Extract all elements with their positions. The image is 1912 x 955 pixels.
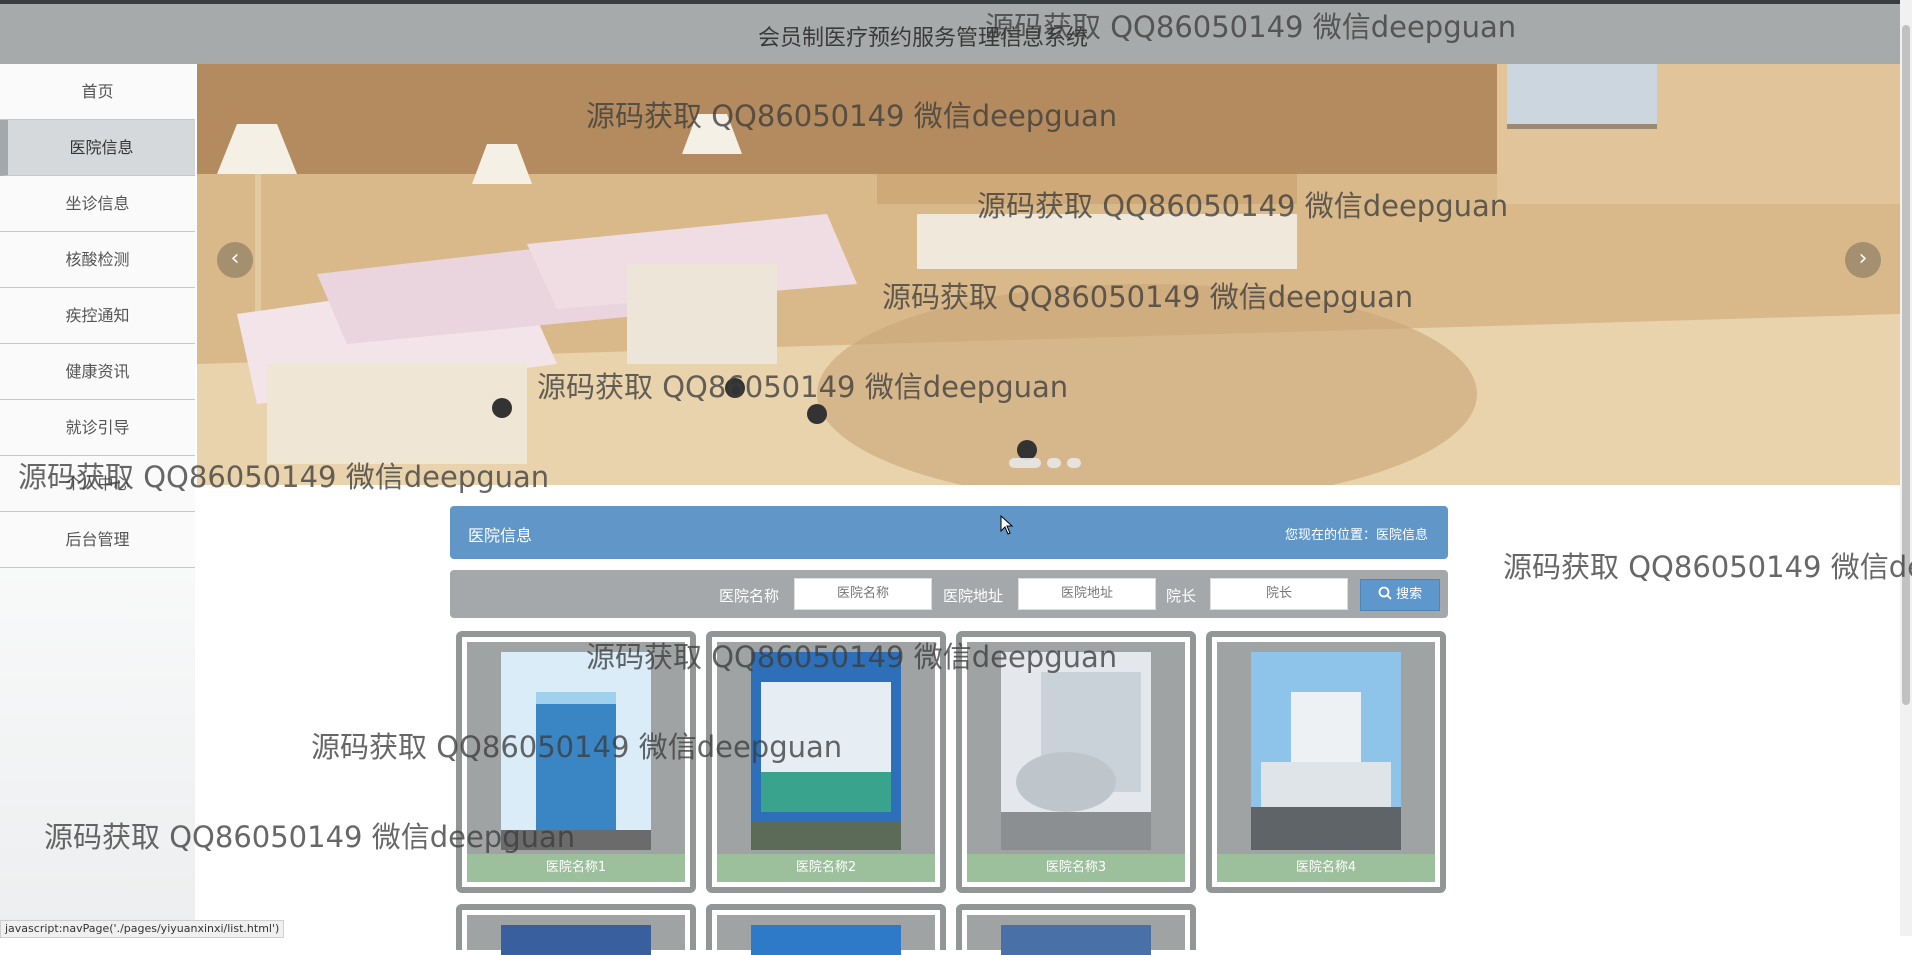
sidebar: 首页 医院信息 坐诊信息 核酸检测 疾控通知 健康资讯 就诊引导 个人中心 后台… xyxy=(0,64,195,936)
hospital-name: 医院名称4 xyxy=(1217,854,1435,882)
banner-image xyxy=(197,64,1900,485)
hospital-image xyxy=(751,652,901,850)
sidebar-item-admin[interactable]: 后台管理 xyxy=(0,512,195,568)
sidebar-item-personal-center[interactable]: 个人中心 xyxy=(0,456,195,512)
site-title: 会员制医疗预约服务管理信息系统 xyxy=(758,26,1089,51)
chevron-right-icon: › xyxy=(1858,246,1868,271)
hospital-address-input[interactable] xyxy=(1018,578,1156,610)
hospital-card[interactable]: 医院名称3 xyxy=(956,631,1196,893)
hospital-image xyxy=(501,652,651,850)
hospital-name: 医院名称1 xyxy=(467,854,685,882)
status-bar-url: javascript:navPage('./pages/yiyuanxinxi/… xyxy=(0,920,285,938)
sidebar-item-cdc-notice[interactable]: 疾控通知 xyxy=(0,288,195,344)
hospital-name-label: 医院名称 xyxy=(719,587,780,605)
banner-prev-button[interactable]: ‹ xyxy=(217,242,253,278)
scrollbar-thumb[interactable] xyxy=(1902,25,1910,705)
hospital-image xyxy=(1251,652,1401,850)
banner-dot-2[interactable] xyxy=(1047,458,1061,468)
sidebar-item-nucleic-test[interactable]: 核酸检测 xyxy=(0,232,195,288)
banner-indicators xyxy=(1009,453,1087,472)
sidebar-item-visit-guide[interactable]: 就诊引导 xyxy=(0,400,195,456)
hospital-card[interactable] xyxy=(706,904,946,955)
search-button-label: 搜索 xyxy=(1396,587,1423,602)
hospital-card[interactable] xyxy=(956,904,1196,955)
banner-dot-3[interactable] xyxy=(1067,458,1081,468)
section-title: 医院信息 xyxy=(468,526,533,545)
hospital-name: 医院名称3 xyxy=(967,854,1185,882)
sidebar-item-clinic-info[interactable]: 坐诊信息 xyxy=(0,176,195,232)
watermark-text: 源码获取 QQ86050149 微信de xyxy=(1503,550,1912,584)
section-header: 医院信息 您现在的位置：医院信息 xyxy=(450,506,1448,559)
page-scrollbar[interactable] xyxy=(1900,0,1912,936)
hospital-card[interactable]: 医院名称2 xyxy=(706,631,946,893)
header-bar: 会员制医疗预约服务管理信息系统 xyxy=(0,4,1900,64)
sidebar-item-home[interactable]: 首页 xyxy=(0,64,195,120)
banner-dot-1[interactable] xyxy=(1009,458,1041,468)
dean-input[interactable] xyxy=(1210,578,1348,610)
banner-next-button[interactable]: › xyxy=(1845,242,1881,278)
hospital-image xyxy=(1001,652,1151,850)
search-icon xyxy=(1378,586,1392,600)
dean-label: 院长 xyxy=(1166,587,1197,605)
mouse-cursor-icon xyxy=(1000,515,1014,535)
hospital-card[interactable] xyxy=(456,904,696,955)
hospital-name-input[interactable] xyxy=(794,578,932,610)
chevron-left-icon: ‹ xyxy=(230,246,240,271)
hospital-card[interactable]: 医院名称1 xyxy=(456,631,696,893)
search-button[interactable]: 搜索 xyxy=(1360,579,1440,611)
hospital-name: 医院名称2 xyxy=(717,854,935,882)
sidebar-item-health-news[interactable]: 健康资讯 xyxy=(0,344,195,400)
sidebar-item-hospital-info[interactable]: 医院信息 xyxy=(0,120,195,176)
search-bar: 医院名称 医院地址 院长 搜索 xyxy=(450,570,1448,618)
hospital-card[interactable]: 医院名称4 xyxy=(1206,631,1446,893)
breadcrumb: 您现在的位置：医院信息 xyxy=(1284,528,1428,543)
hospital-address-label: 医院地址 xyxy=(943,587,1004,605)
banner-carousel[interactable]: ‹ › xyxy=(197,64,1900,485)
